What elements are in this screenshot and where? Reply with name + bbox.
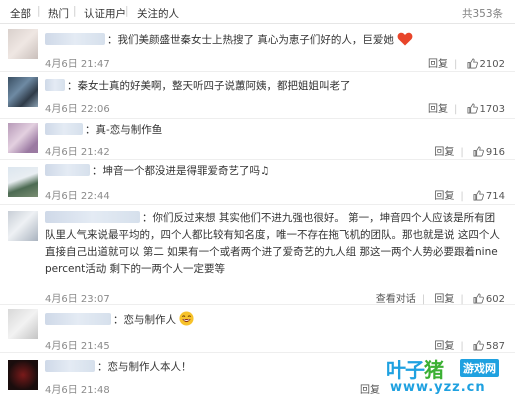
avatar[interactable] — [8, 167, 38, 197]
comment-text: ：真-恋与制作鱼 — [45, 122, 505, 139]
like-button[interactable]: 2102 — [467, 58, 505, 70]
thumbs-up-icon — [467, 58, 478, 69]
comment-timestamp: 4月6日 21:45 — [45, 341, 110, 352]
comment-actions: 回复 | 916 — [428, 143, 505, 158]
username[interactable] — [45, 211, 140, 223]
avatar[interactable] — [8, 211, 38, 241]
comment-actions: 回复 | 1703 — [422, 100, 505, 115]
comment-filter-bar: 全部 | 热门 | 认证用户 | 关注的人 共353条 — [0, 0, 515, 24]
comment-timestamp: 4月6日 22:06 — [45, 104, 110, 115]
thumbs-up-icon — [473, 190, 484, 201]
tab-all[interactable]: 全部 — [10, 6, 31, 21]
comment-item: ：秦女士真的好美啊，整天听四子说蕙阿姨，都把姐姐叫老了 4月6日 22:06 回… — [0, 72, 515, 119]
like-count: 587 — [485, 341, 505, 352]
reply-button[interactable]: 回复 — [360, 381, 380, 396]
comment-item: ：你们反过来想 其实他们不进九强也很好。 第一，坤音四个人应该是所有团队里人气来… — [0, 205, 515, 305]
comment-item: ：坤音一个都没进是得罪爱奇艺了吗♫ 4月6日 22:44 回复 | 714 — [0, 160, 515, 205]
reply-button[interactable]: 回复 — [434, 187, 454, 202]
comment-actions: 回复 | 2102 — [422, 55, 505, 70]
comment-text: ：坤音一个都没进是得罪爱奇艺了吗♫ — [45, 163, 505, 180]
tab-verified-users[interactable]: 认证用户 — [84, 6, 126, 21]
comment-item: ：我们美颜盛世秦女士上热搜了 真心为恵子们好的人，巨爱她 4月6日 21:47 … — [0, 24, 515, 72]
avatar[interactable] — [8, 29, 38, 59]
view-conversation-link[interactable]: 查看对话 — [376, 290, 416, 305]
comment-text: ：恋与制作人 — [45, 311, 505, 329]
comment-text: ：秦女士真的好美啊，整天听四子说蕙阿姨，都把姐姐叫老了 — [45, 78, 505, 95]
like-button[interactable]: 587 — [473, 340, 505, 352]
comment-actions: 查看对话 | 回复 | 602 — [370, 290, 505, 305]
tab-popular[interactable]: 热门 — [48, 6, 69, 21]
username[interactable] — [45, 79, 65, 91]
reply-button[interactable]: 回复 — [434, 337, 454, 352]
comment-timestamp: 4月6日 22:44 — [45, 191, 110, 202]
comment-timestamp: 4月6日 23:07 — [45, 294, 110, 305]
comment-item: ：恋与制作人 4月6日 21:45 回复 | 587 — [0, 305, 515, 353]
watermark-brand-box: 游戏网 — [460, 359, 499, 377]
comment-actions: 回复 | 587 — [428, 337, 505, 352]
like-button[interactable]: 1703 — [467, 103, 505, 115]
comment-timestamp: 4月6日 21:42 — [45, 147, 110, 158]
comment-actions: 回复 — [354, 381, 380, 396]
tab-following[interactable]: 关注的人 — [137, 6, 179, 21]
laughing-icon — [179, 311, 194, 326]
username[interactable] — [45, 360, 95, 372]
heart-icon — [397, 32, 413, 46]
reply-button[interactable]: 回复 — [428, 100, 448, 115]
avatar[interactable] — [8, 309, 38, 339]
reply-button[interactable]: 回复 — [434, 143, 454, 158]
username[interactable] — [45, 313, 111, 325]
comment-text: ：你们反过来想 其实他们不进九强也很好。 第一，坤音四个人应该是所有团队里人气来… — [45, 211, 500, 275]
site-watermark-logo: 叶子猪 游戏网 www.yzz.cn — [386, 352, 511, 398]
like-count: 714 — [485, 191, 505, 202]
comment-item: ：真-恋与制作鱼 4月6日 21:42 回复 | 916 — [0, 119, 515, 160]
like-count: 2102 — [479, 59, 505, 70]
reply-button[interactable]: 回复 — [434, 290, 454, 305]
like-button[interactable]: 714 — [473, 190, 505, 202]
like-button[interactable]: 916 — [473, 146, 505, 158]
like-count: 1703 — [479, 104, 505, 115]
tab-separator: | — [125, 5, 129, 17]
reply-button[interactable]: 回复 — [428, 55, 448, 70]
avatar[interactable] — [8, 123, 38, 153]
username[interactable] — [45, 164, 90, 176]
tab-separator: | — [73, 5, 77, 17]
thumbs-up-icon — [473, 293, 484, 304]
avatar[interactable] — [8, 360, 38, 390]
username[interactable] — [45, 33, 105, 45]
thumbs-up-icon — [473, 146, 484, 157]
comment-count: 共353条 — [461, 8, 503, 20]
like-count: 602 — [485, 294, 505, 305]
comment-timestamp: 4月6日 21:47 — [45, 59, 110, 70]
watermark-brand: 叶子猪 — [386, 358, 444, 382]
like-button[interactable]: 602 — [473, 293, 505, 305]
comment-timestamp: 4月6日 21:48 — [45, 385, 110, 396]
avatar[interactable] — [8, 77, 38, 107]
like-count: 916 — [485, 147, 505, 158]
comment-text: ：我们美颜盛世秦女士上热搜了 真心为恵子们好的人，巨爱她 — [45, 32, 505, 49]
tab-separator: | — [37, 5, 41, 17]
username[interactable] — [45, 123, 83, 135]
thumbs-up-icon — [467, 103, 478, 114]
thumbs-up-icon — [473, 340, 484, 351]
comment-actions: 回复 | 714 — [428, 187, 505, 202]
watermark-url: www.yzz.cn — [390, 380, 486, 395]
